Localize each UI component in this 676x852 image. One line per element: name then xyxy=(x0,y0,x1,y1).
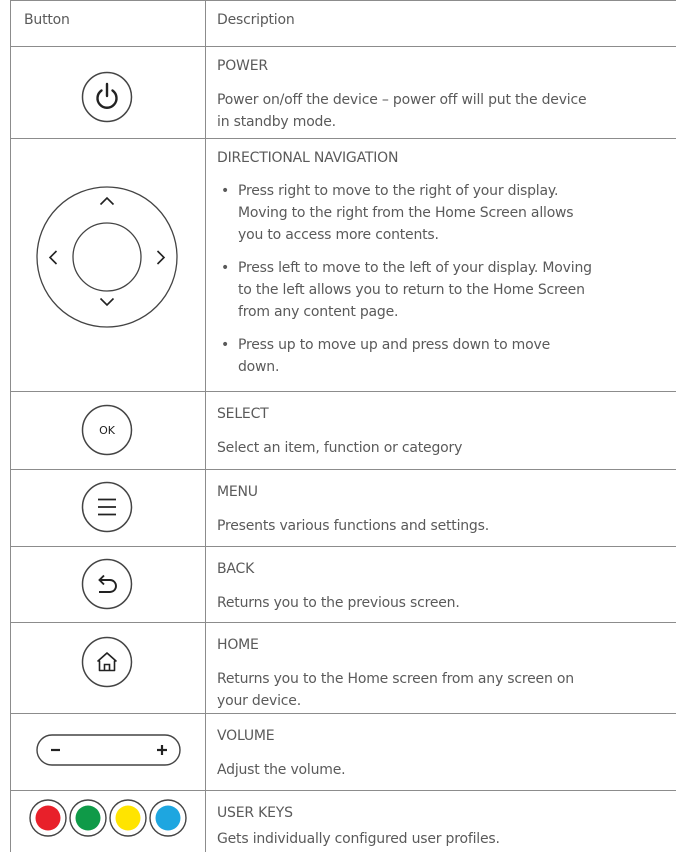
table-row-divider xyxy=(10,469,676,470)
bullet-line: Press left to move to the left of your d… xyxy=(238,260,592,276)
directional-pad-icon xyxy=(36,186,178,328)
table-left-border xyxy=(10,0,11,852)
ok-icon: OK xyxy=(81,404,133,456)
menu-icon xyxy=(81,481,133,533)
blue-key-icon xyxy=(149,799,187,837)
button-reference-table: Button Description POWER Power on/off th… xyxy=(10,0,676,852)
row-title-power: POWER xyxy=(217,58,268,74)
row-desc-line: your device. xyxy=(217,693,301,709)
row-desc-line: Power on/off the device – power off will… xyxy=(217,92,587,108)
table-row-divider xyxy=(10,46,676,47)
bullet-line: you to access more contents. xyxy=(238,227,439,243)
table-row-divider xyxy=(10,622,676,623)
bullet-line: Moving to the right from the Home Screen… xyxy=(238,205,574,221)
yellow-key-icon xyxy=(109,799,147,837)
color-keys-icon xyxy=(29,799,187,837)
table-row-divider xyxy=(10,138,676,139)
volume-rocker-icon xyxy=(36,734,181,766)
row-title-menu: MENU xyxy=(217,484,258,500)
table-top-border xyxy=(10,0,676,1)
table-column-divider xyxy=(205,0,206,852)
bullet-line: Press right to move to the right of your… xyxy=(238,183,559,199)
row-title-home: HOME xyxy=(217,637,259,653)
ok-label: OK xyxy=(99,424,116,437)
table-row-divider xyxy=(10,790,676,791)
row-desc-line: Gets individually configured user profil… xyxy=(217,831,500,847)
row-desc-line: Adjust the volume. xyxy=(217,762,346,778)
bullet-line: from any content page. xyxy=(238,304,399,320)
power-icon xyxy=(81,71,133,123)
home-icon xyxy=(81,636,133,688)
row-desc-line: in standby mode. xyxy=(217,114,336,130)
bullet-line: Press up to move up and press down to mo… xyxy=(238,337,550,353)
row-title-navigation: DIRECTIONAL NAVIGATION xyxy=(217,150,399,166)
arrow-down-icon xyxy=(99,297,115,307)
bullet-line: to the left allows you to return to the … xyxy=(238,282,585,298)
red-key-icon xyxy=(29,799,67,837)
bullet-line: down. xyxy=(238,359,280,375)
bullet-dot: • xyxy=(221,260,230,276)
arrow-up-icon xyxy=(99,196,115,206)
row-title-user-keys: USER KEYS xyxy=(217,805,293,821)
row-desc-line: Returns you to the previous screen. xyxy=(217,595,460,611)
row-title-volume: VOLUME xyxy=(217,728,275,744)
header-description: Description xyxy=(217,12,295,28)
bullet-dot: • xyxy=(221,337,230,353)
arrow-left-icon xyxy=(48,250,58,265)
green-key-icon xyxy=(69,799,107,837)
row-title-back: BACK xyxy=(217,561,255,577)
arrow-right-icon xyxy=(156,250,166,265)
table-row-divider xyxy=(10,713,676,714)
row-title-select: SELECT xyxy=(217,406,269,422)
row-desc-line: Select an item, function or category xyxy=(217,440,463,456)
back-icon xyxy=(81,558,133,610)
table-row-divider xyxy=(10,546,676,547)
row-desc-line: Returns you to the Home screen from any … xyxy=(217,671,574,687)
bullet-dot: • xyxy=(221,183,230,199)
row-desc-line: Presents various functions and settings. xyxy=(217,518,489,534)
table-row-divider xyxy=(10,391,676,392)
header-button: Button xyxy=(24,12,70,28)
